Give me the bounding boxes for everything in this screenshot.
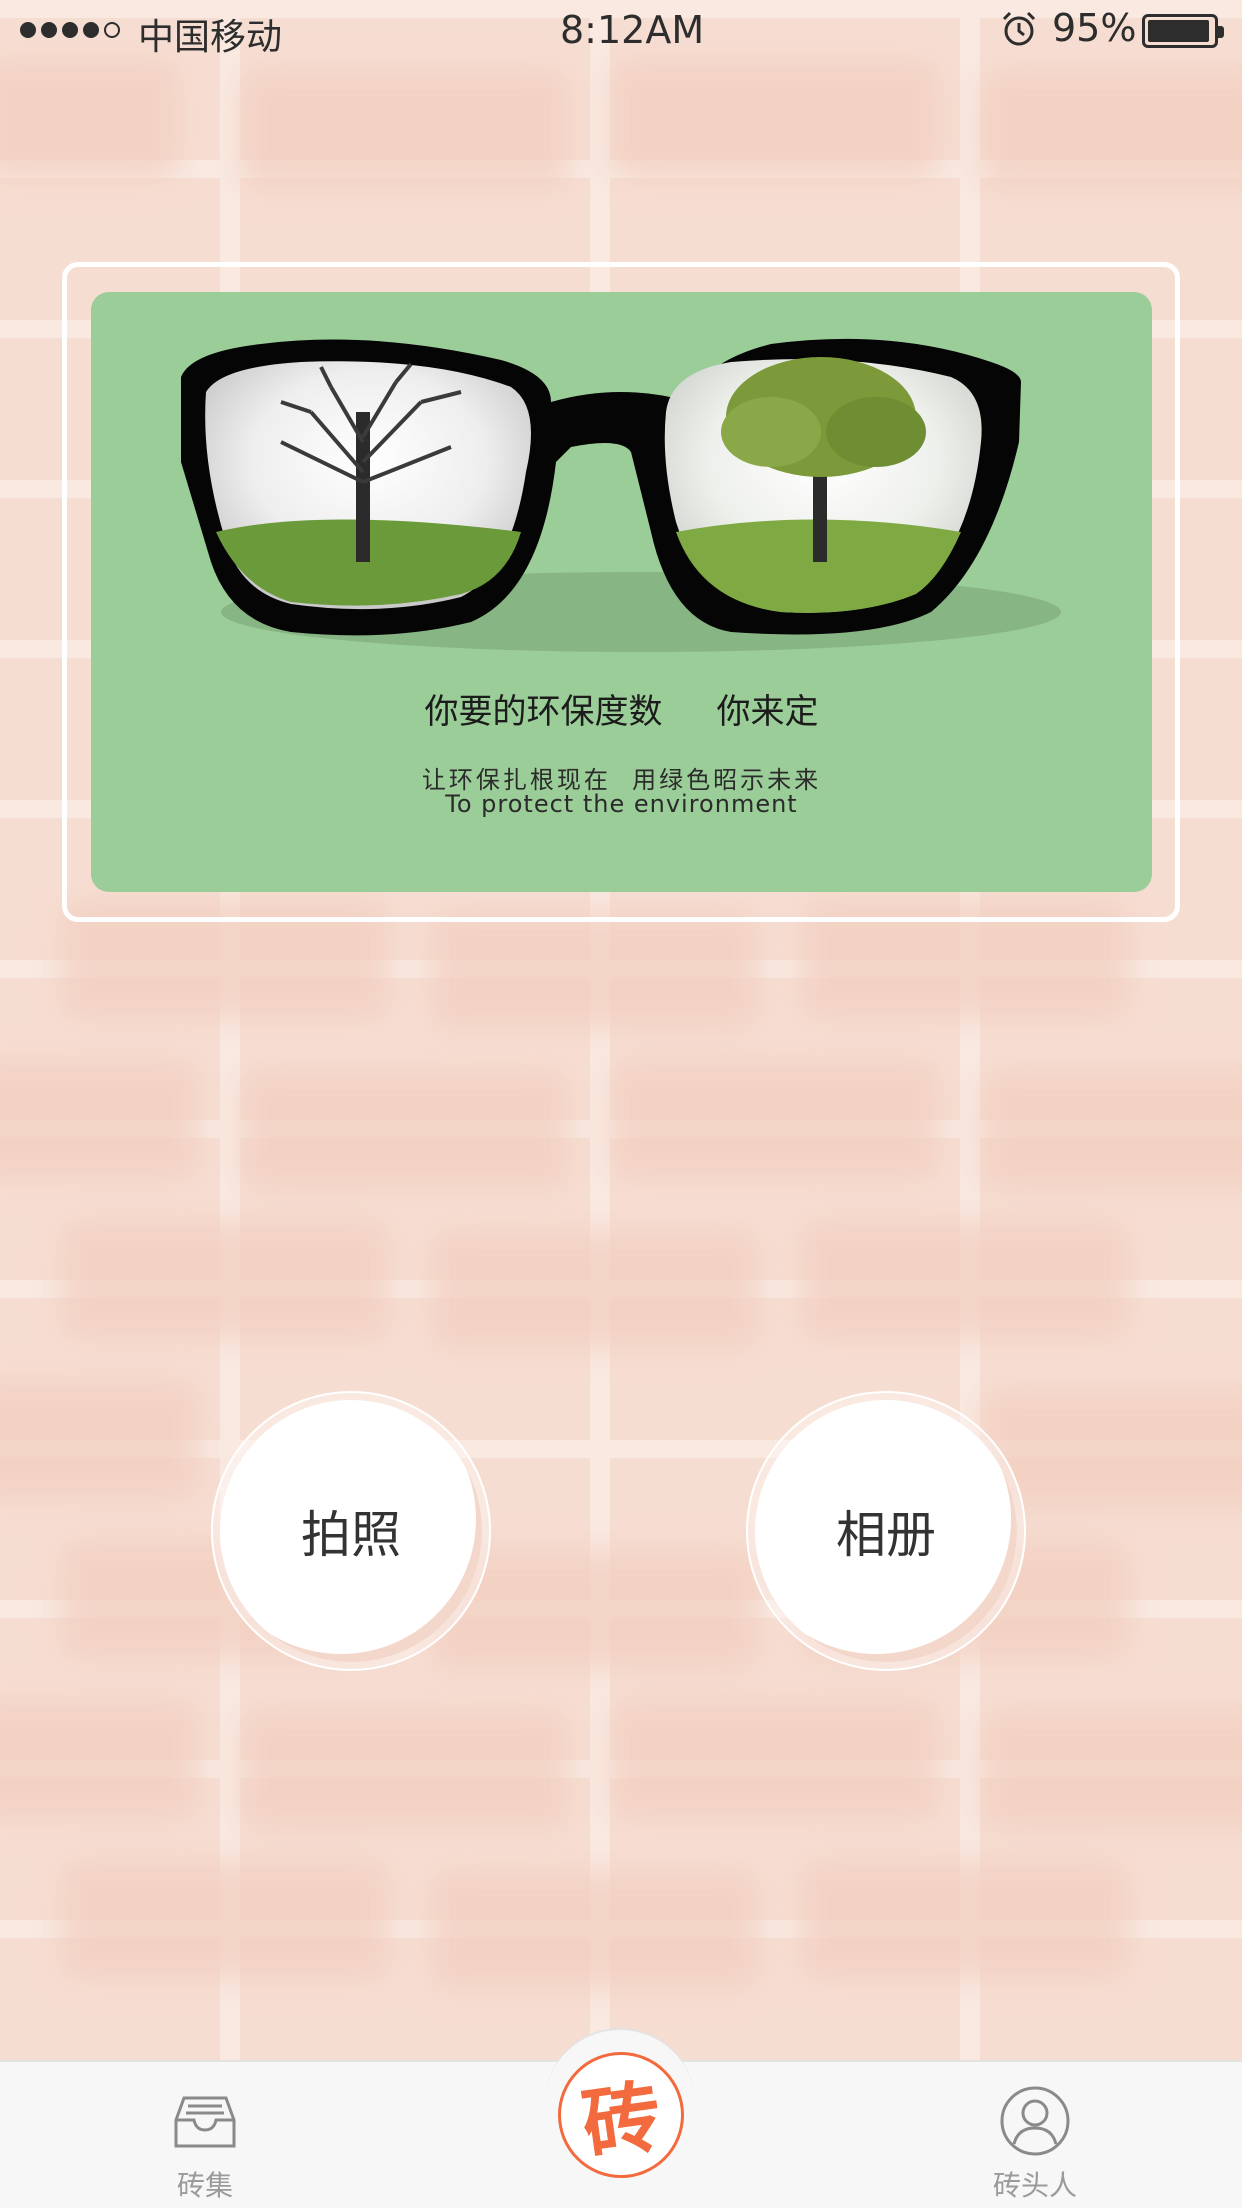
clock-time: 8:12AM xyxy=(560,8,705,52)
brick-logo-glyph: 砖 xyxy=(577,2071,667,2172)
banner-subline-en: To protect the environment xyxy=(445,790,798,818)
tab-brick-person-label: 砖头人 xyxy=(992,2169,1077,2202)
banner-headline: 你要的环保度数 你来定 xyxy=(424,692,819,732)
status-bar: 中国移动 8:12AM 95% xyxy=(0,0,1242,60)
user-profile-icon xyxy=(1000,2086,1070,2156)
tab-brick-collection[interactable]: 砖集 xyxy=(140,2062,270,2208)
battery-percent: 95% xyxy=(1052,6,1137,50)
center-brick-button[interactable]: 砖 xyxy=(558,2052,684,2178)
tab-brick-person[interactable]: 砖头人 xyxy=(970,2062,1100,2208)
signal-strength-icon xyxy=(20,22,120,38)
take-photo-button[interactable]: 拍照 xyxy=(211,1391,491,1671)
take-photo-label: 拍照 xyxy=(220,1400,482,1662)
battery-icon xyxy=(1142,14,1224,48)
glasses-trees-illustration xyxy=(181,338,1061,652)
photo-album-button[interactable]: 相册 xyxy=(746,1391,1026,1671)
promo-banner[interactable]: 你要的环保度数 你来定 让环保扎根现在 用绿色昭示未来 To protect t… xyxy=(91,292,1152,892)
tab-brick-collection-label: 砖集 xyxy=(176,2169,233,2202)
photo-album-label: 相册 xyxy=(755,1400,1017,1662)
battery-fill xyxy=(1148,20,1209,42)
alarm-clock-icon xyxy=(1002,11,1036,46)
carrier-name: 中国移动 xyxy=(138,17,283,58)
inbox-tray-icon xyxy=(174,2096,236,2148)
